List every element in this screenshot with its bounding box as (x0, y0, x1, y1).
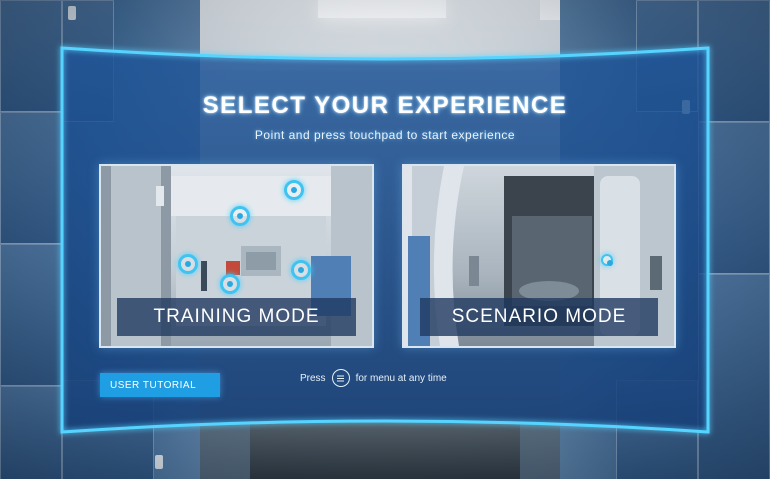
chevron-down-icon[interactable] (601, 254, 613, 266)
menu-icon (331, 369, 350, 387)
menu-hint: Press for menu at any time (300, 369, 447, 387)
hotspot-icon[interactable] (230, 206, 250, 226)
training-mode-card[interactable]: TRAINING MODE (99, 164, 374, 348)
scenario-mode-card[interactable]: SCENARIO MODE (402, 164, 676, 348)
page-title: SELECT YOUR EXPERIENCE (202, 92, 568, 119)
hint-prefix: Press (300, 372, 326, 384)
hotspot-icon[interactable] (284, 180, 304, 200)
experience-panel: SELECT YOUR EXPERIENCE Point and press t… (0, 0, 770, 479)
training-mode-label: TRAINING MODE (117, 298, 356, 336)
scenario-mode-label: SCENARIO MODE (420, 298, 658, 336)
page-subtitle: Point and press touchpad to start experi… (254, 128, 516, 142)
hint-suffix: for menu at any time (355, 372, 447, 384)
user-tutorial-button[interactable]: USER TUTORIAL (100, 373, 220, 397)
hotspot-icon[interactable] (178, 254, 198, 274)
hotspot-icon[interactable] (291, 260, 311, 280)
hotspot-icon[interactable] (220, 274, 240, 294)
